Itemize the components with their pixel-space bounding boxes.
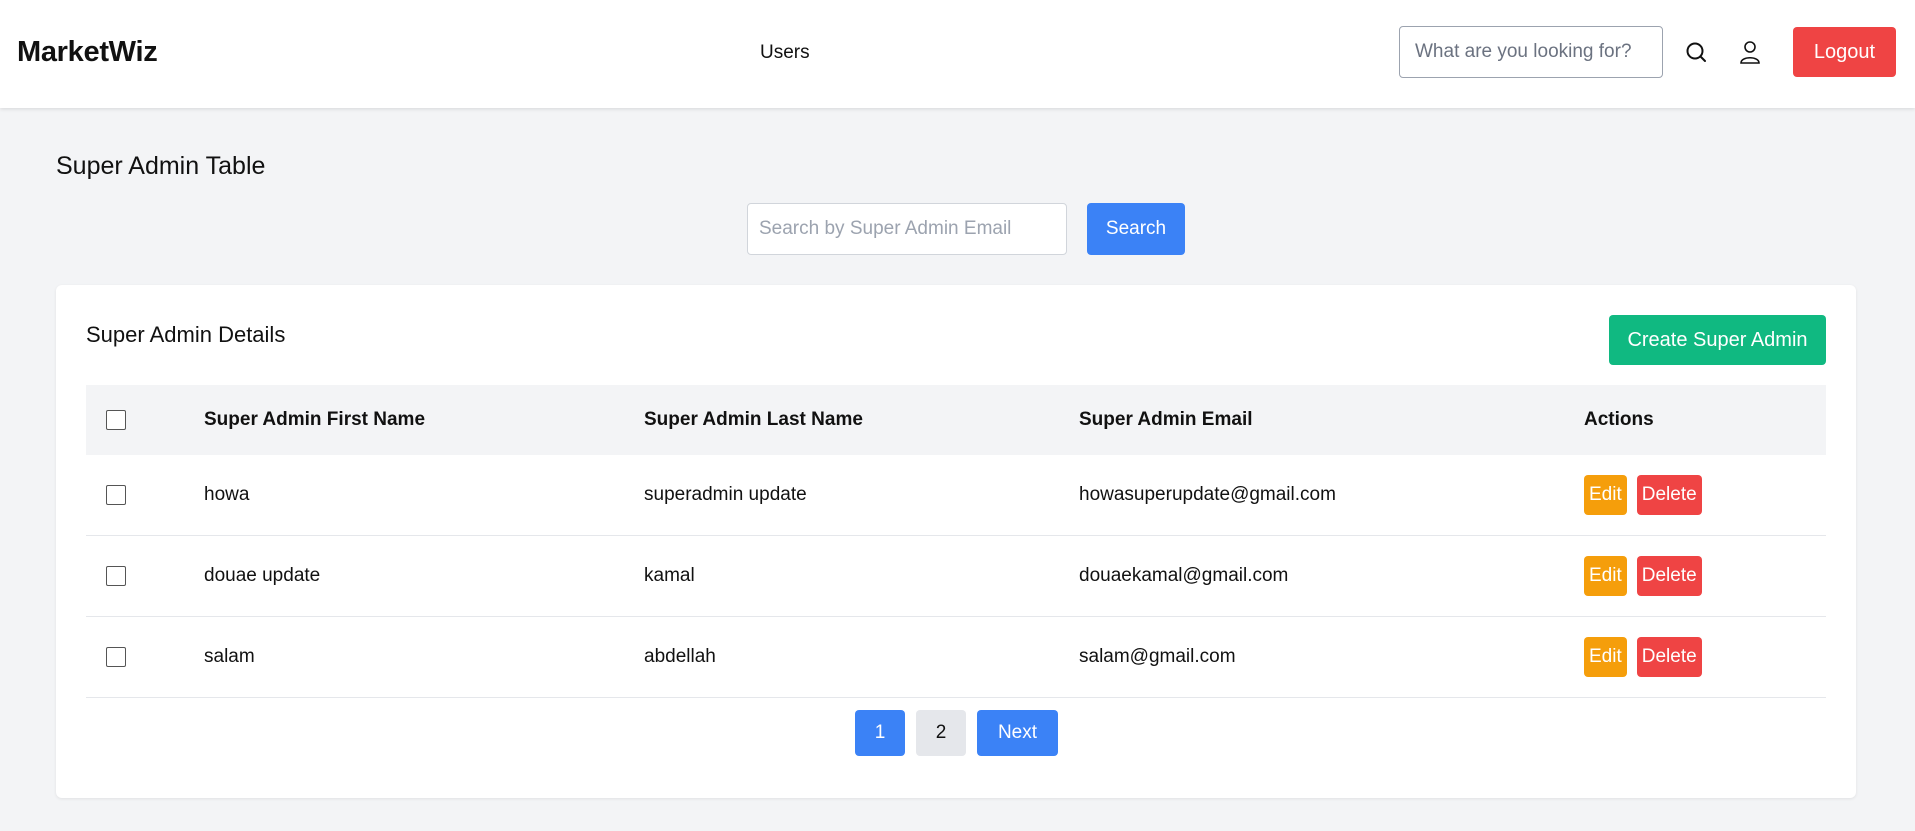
cell-first-name: salam <box>204 646 255 667</box>
delete-button[interactable]: Delete <box>1636 556 1702 596</box>
delete-button[interactable]: Delete <box>1636 475 1702 515</box>
admin-email-search-input[interactable] <box>747 203 1067 255</box>
nav-link-users[interactable]: Users <box>760 42 810 64</box>
create-super-admin-button[interactable]: Create Super Admin <box>1609 315 1826 365</box>
brand-logo[interactable]: MarketWiz <box>17 36 158 69</box>
column-header-email: Super Admin Email <box>1079 409 1253 430</box>
pagination: 1 2 Next <box>855 710 1058 756</box>
edit-button[interactable]: Edit <box>1584 637 1627 677</box>
page-button-1[interactable]: 1 <box>855 710 905 756</box>
table-header-row: Super Admin First Name Super Admin Last … <box>86 385 1826 455</box>
search-button[interactable]: Search <box>1087 203 1185 255</box>
card-title: Super Admin Details <box>86 322 286 347</box>
table-row: douae update kamal douaekamal@gmail.com … <box>86 536 1826 617</box>
row-checkbox[interactable] <box>106 566 126 586</box>
search-icon[interactable] <box>1681 36 1711 68</box>
column-header-first-name: Super Admin First Name <box>204 409 426 430</box>
select-all-checkbox[interactable] <box>106 410 126 430</box>
super-admin-card: Super Admin Details Create Super Admin S… <box>56 285 1856 798</box>
column-header-last-name: Super Admin Last Name <box>644 409 863 430</box>
cell-last-name: kamal <box>644 565 695 586</box>
cell-email: salam@gmail.com <box>1079 646 1236 667</box>
page-button-2[interactable]: 2 <box>916 710 966 756</box>
edit-button[interactable]: Edit <box>1584 475 1627 515</box>
row-checkbox[interactable] <box>106 647 126 667</box>
cell-first-name: howa <box>204 484 250 505</box>
cell-email: douaekamal@gmail.com <box>1079 565 1289 586</box>
delete-button[interactable]: Delete <box>1636 637 1702 677</box>
table-row: salam abdellah salam@gmail.com Edit Dele… <box>86 617 1826 698</box>
table-row: howa superadmin update howasuperupdate@g… <box>86 455 1826 536</box>
top-navbar: MarketWiz Users Logout <box>0 0 1915 108</box>
global-search-input[interactable] <box>1399 26 1663 78</box>
cell-last-name: superadmin update <box>644 484 807 505</box>
cell-first-name: douae update <box>204 565 321 586</box>
logout-button[interactable]: Logout <box>1793 27 1896 77</box>
user-icon[interactable] <box>1735 36 1765 68</box>
next-page-button[interactable]: Next <box>977 710 1058 756</box>
column-header-actions: Actions <box>1584 409 1654 430</box>
row-checkbox[interactable] <box>106 485 126 505</box>
cell-email: howasuperupdate@gmail.com <box>1079 484 1336 505</box>
cell-last-name: abdellah <box>644 646 716 667</box>
edit-button[interactable]: Edit <box>1584 556 1627 596</box>
page-title: Super Admin Table <box>56 152 266 180</box>
super-admin-table: Super Admin First Name Super Admin Last … <box>86 385 1826 698</box>
